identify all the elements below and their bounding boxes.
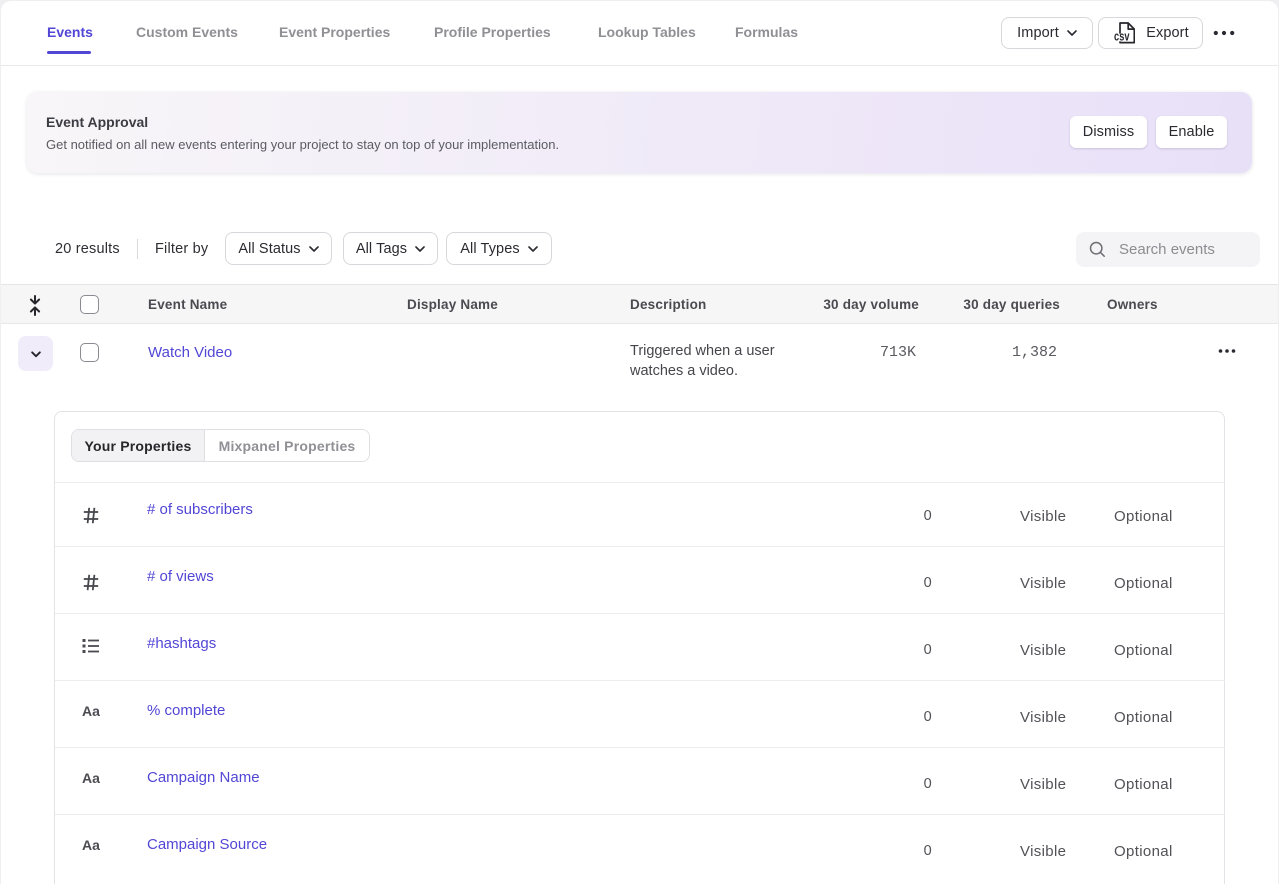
- svg-text:csv: csv: [1114, 30, 1130, 44]
